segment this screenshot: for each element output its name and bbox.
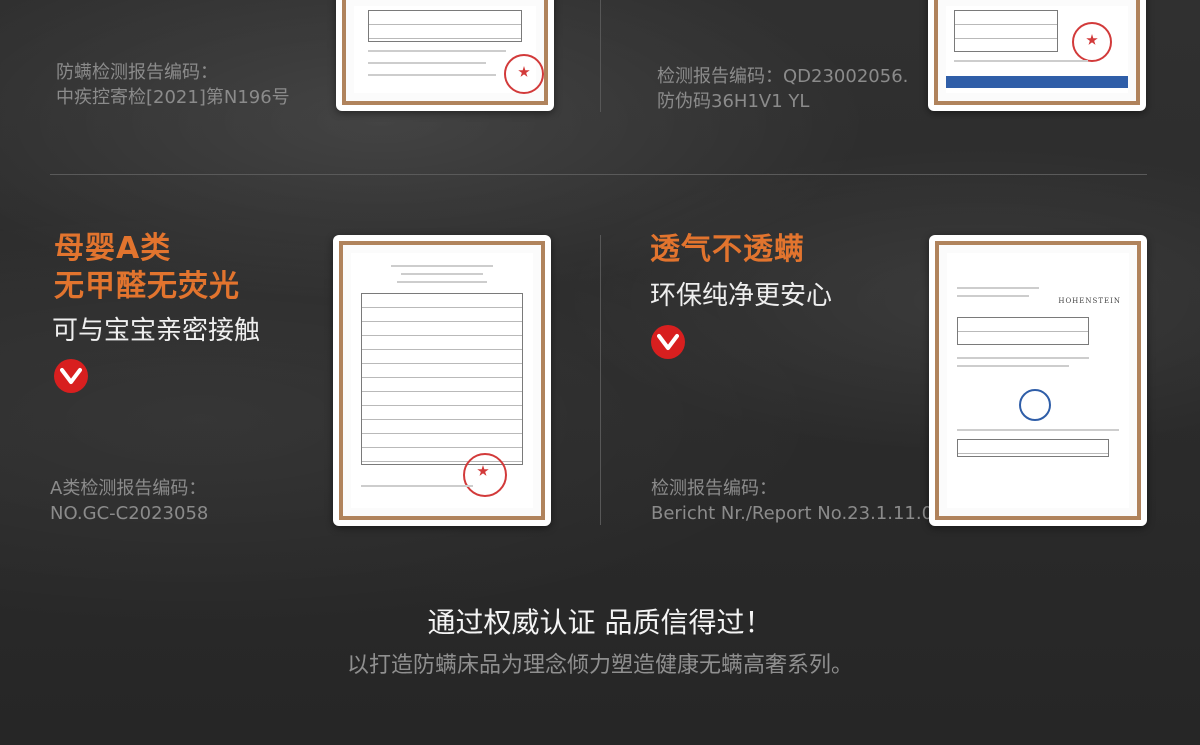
hohenstein-logo: HOHENSTEIN (1058, 297, 1121, 305)
mid-left-title-line1: 母婴A类 (54, 231, 172, 266)
certificate-top-left (336, 0, 554, 111)
top-right-code-label: 检测报告编码：QD23002056. (657, 66, 909, 87)
divider-vertical-mid (600, 235, 601, 525)
mid-left-code-block: A类检测报告编码： NO.GC-C2023058 (50, 476, 208, 526)
report-table (957, 317, 1089, 345)
red-stamp-icon (1072, 22, 1112, 62)
bottom-headline: 通过权威认证 品质信得过！ (427, 606, 773, 639)
mid-left-title-block: 母婴A类 无甲醛无荧光 (54, 230, 240, 306)
mid-left-subtitle: 可与宝宝亲密接触 (52, 316, 261, 346)
red-stamp-icon (504, 54, 544, 94)
top-left-code-block: 防螨检测报告编码： 中疾控寄检[2021]第N196号 (56, 60, 290, 110)
mid-right-title: 透气不透螨 (650, 232, 805, 267)
mid-left-code-label: A类检测报告编码： (50, 478, 207, 499)
divider-vertical-top (600, 0, 601, 112)
divider-horizontal (50, 174, 1147, 175)
mid-right-code-label: 检测报告编码： (651, 478, 777, 499)
mid-left-code-value: NO.GC-C2023058 (50, 503, 209, 524)
certificate-a-class (333, 235, 551, 526)
certificate-hohenstein: HOHENSTEIN (929, 235, 1147, 526)
checkmark-v-icon (60, 368, 82, 384)
checkmark-v-icon (657, 334, 679, 350)
v-badge-icon (54, 359, 88, 393)
report-table (361, 293, 523, 465)
bottom-tagline: 以打造防螨床品为理念倾力塑造健康无螨高奢系列。 (346, 653, 853, 678)
top-right-code-value: 防伪码36H1V1 YL (657, 91, 810, 112)
mid-right-subtitle: 环保纯净更安心 (650, 281, 833, 311)
mid-right-code-value: Bericht Nr./Report No.23.1.11.0421 (651, 503, 968, 524)
mid-left-title-line2: 无甲醛无荧光 (54, 269, 240, 304)
top-left-code-label: 防螨检测报告编码： (56, 62, 218, 83)
top-right-code-block: 检测报告编码：QD23002056. 防伪码36H1V1 YL (657, 64, 908, 114)
top-left-code-value: 中疾控寄检[2021]第N196号 (56, 87, 290, 108)
red-stamp-icon (463, 453, 507, 497)
certificate-top-right (928, 0, 1146, 111)
seal-icon (1019, 389, 1051, 421)
v-badge-icon (651, 325, 685, 359)
report-footer-bar (946, 76, 1128, 88)
mid-right-code-block: 检测报告编码： Bericht Nr./Report No.23.1.11.04… (651, 476, 967, 526)
